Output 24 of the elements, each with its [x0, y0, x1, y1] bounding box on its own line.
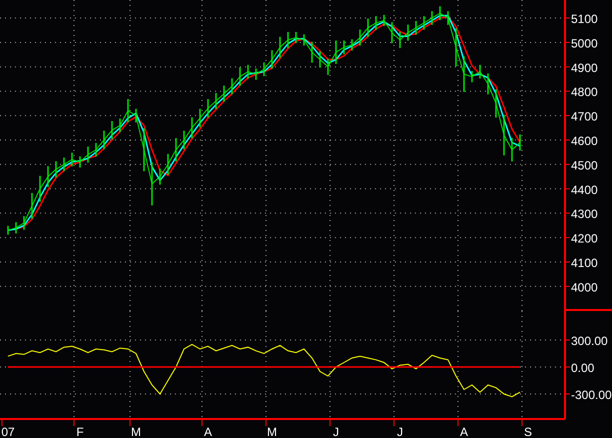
axis-label: J	[333, 425, 339, 438]
axis-label: A	[204, 425, 212, 438]
axis-label: 4100	[571, 256, 598, 270]
axis-label: F	[76, 425, 84, 438]
axis-label: M	[131, 425, 141, 438]
axis-label: 5100	[571, 12, 598, 26]
axis-label: 4200	[571, 232, 598, 246]
axis-label: 5000	[571, 36, 598, 50]
axis-label: 4400	[571, 182, 598, 197]
axis-label: 4800	[571, 85, 598, 100]
axis-label: 4900	[571, 60, 598, 75]
axis-label: 300.00	[571, 334, 608, 348]
axis-label: 4500	[571, 158, 598, 172]
axis-label: J	[397, 425, 403, 438]
axis-label: 0.00	[571, 360, 594, 375]
axis-label: 4000	[571, 280, 598, 294]
axis-label: M	[267, 425, 277, 438]
axis-label: 07	[1, 425, 15, 438]
axis-label: A	[460, 425, 468, 438]
axis-label: S	[524, 425, 532, 438]
axis-label: 4700	[571, 110, 598, 124]
axis-label: 4600	[571, 134, 598, 148]
axis-label: -300.00	[571, 388, 612, 402]
axis-label: 4300	[571, 207, 598, 222]
